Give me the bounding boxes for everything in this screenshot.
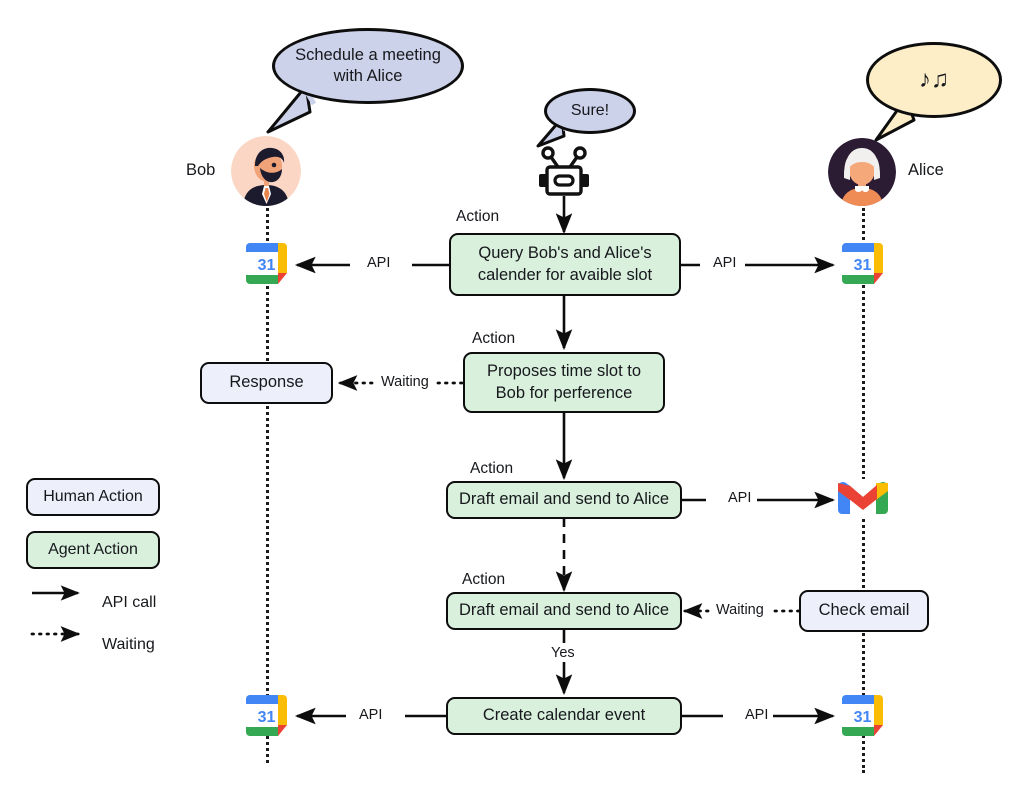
node-query-calendars-label: Query Bob's and Alice's calender for ava… [477,243,653,284]
edge-label-waiting-2: Waiting [711,602,769,618]
alice-bubble-text: ♪♫ [919,66,949,94]
svg-text:31: 31 [258,709,276,726]
action-caption-3: Action [470,460,514,477]
agent-bubble-text: Sure! [570,101,610,119]
node-draft-email-1-label: Draft email and send to Alice [458,490,670,509]
legend-agent-action-label: Agent Action [48,541,138,558]
node-draft-email-2-label: Draft email and send to Alice [458,601,670,620]
legend-api-call-row: API call [26,592,160,614]
edge-label-yes: Yes [551,645,575,661]
alice-avatar [828,138,896,206]
edge-label-api-4: API [354,707,388,723]
robot-icon [536,146,592,196]
node-propose-slot[interactable]: Proposes time slot to Bob for perference [463,352,665,413]
gmail-icon[interactable] [838,479,888,518]
agent-speech-bubble: Sure! [544,88,636,134]
legend-agent-action-box: Agent Action [26,531,160,569]
edge-label-api-3: API [723,490,757,506]
node-check-email-label: Check email [818,601,910,620]
legend-human-action-box: Human Action [26,478,160,516]
bob-avatar [231,136,301,206]
alice-speech-bubble: ♪♫ [866,42,1002,118]
bob-name-label: Bob [186,161,216,179]
alice-name-label: Alice [908,161,944,179]
legend-waiting-row: Waiting [26,634,160,656]
bob-speech-bubble: Schedule a meeting with Alice [272,28,464,104]
bob-calendar-icon[interactable]: 31 [246,243,287,284]
node-draft-email-2[interactable]: Draft email and send to Alice [446,592,682,630]
bob-calendar-bottom-icon[interactable]: 31 [246,695,287,736]
action-caption-2: Action [472,330,516,347]
node-response[interactable]: Response [200,362,333,404]
alice-calendar-icon[interactable]: 31 [842,243,883,284]
node-draft-email-1[interactable]: Draft email and send to Alice [446,481,682,519]
node-response-label: Response [229,373,304,392]
alice-calendar-bottom-icon[interactable]: 31 [842,695,883,736]
legend-api-call-label: API call [102,594,157,611]
action-caption-4: Action [462,571,506,588]
svg-text:31: 31 [854,709,872,726]
edge-label-waiting-1: Waiting [376,374,434,390]
node-create-event[interactable]: Create calendar event [446,697,682,735]
svg-text:31: 31 [854,257,872,274]
legend-human-action-label: Human Action [43,488,143,505]
edge-label-api-5: API [740,707,774,723]
legend: Human Action Agent Action API call Waiti… [26,478,160,656]
node-propose-slot-label: Proposes time slot to Bob for perference [486,361,642,402]
edge-label-api-1: API [362,255,396,271]
legend-waiting-label: Waiting [102,636,155,653]
node-create-event-label: Create calendar event [482,706,646,725]
edge-label-api-2: API [708,255,742,271]
node-check-email[interactable]: Check email [799,590,929,632]
action-caption-1: Action [456,208,500,225]
bob-bubble-text: Schedule a meeting with Alice [295,45,441,85]
svg-text:31: 31 [258,257,276,274]
diagram-canvas: Schedule a meeting with Alice Bob Sure! [0,0,1028,787]
node-query-calendars[interactable]: Query Bob's and Alice's calender for ava… [449,233,681,296]
bob-lifeline [266,208,269,763]
